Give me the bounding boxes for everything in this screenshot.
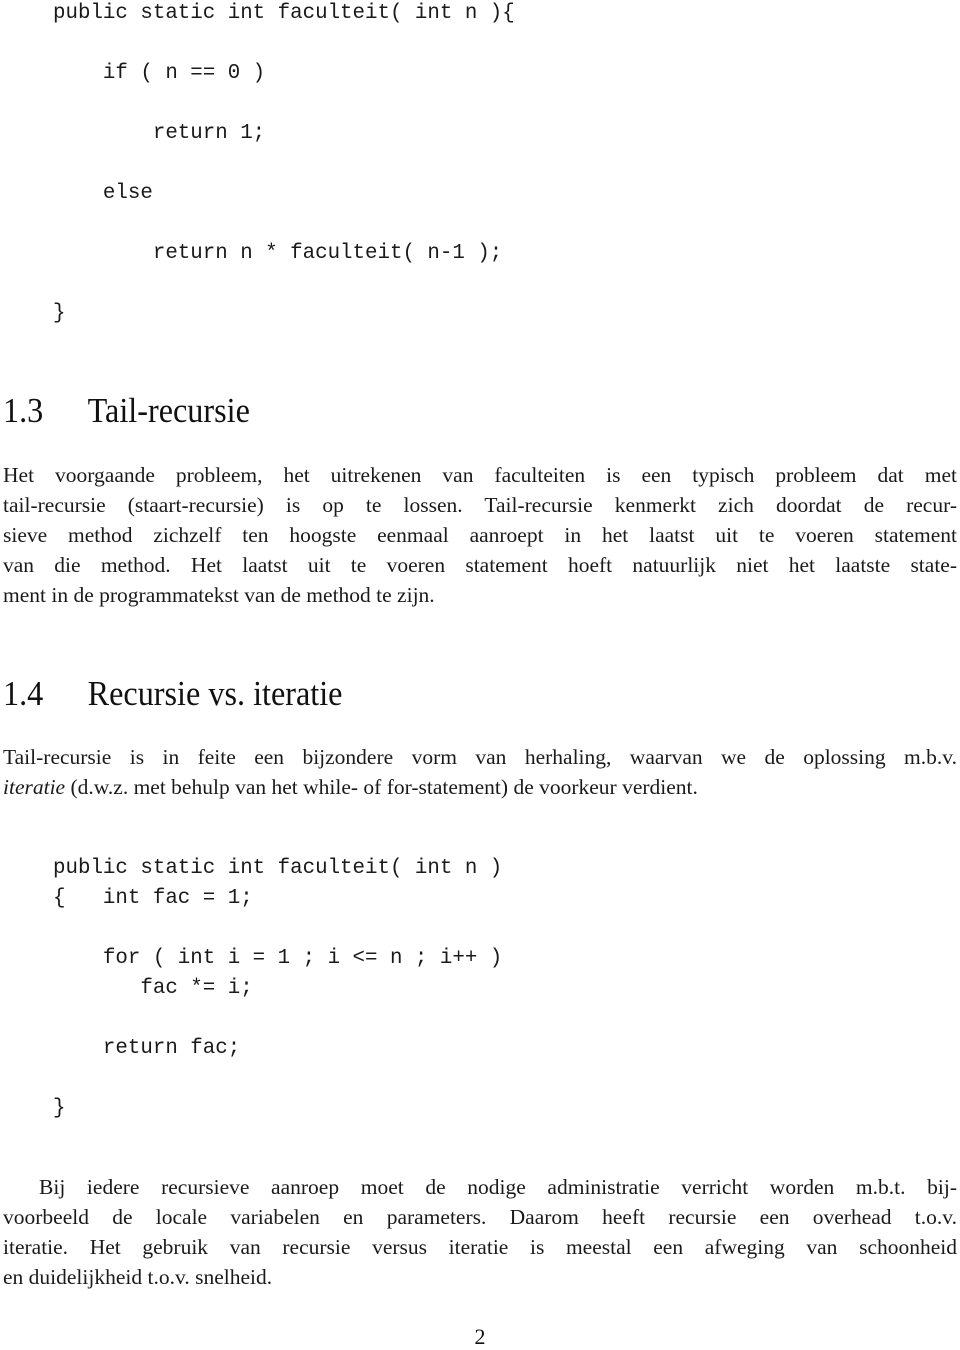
code-line: } xyxy=(53,302,66,325)
paragraph-line: en duidelijkheid t.o.v. snelheid. xyxy=(3,1265,273,1289)
code-line: return fac; xyxy=(53,1037,241,1060)
section-heading-1-3: 1.3 Tail-recursie xyxy=(3,393,250,428)
paragraph-line: sieve method zichzelf ten hoogste eenmaa… xyxy=(3,523,957,547)
code-line: fac *= i; xyxy=(53,977,253,1000)
code-line: return 1; xyxy=(53,122,266,145)
section-title: Tail-recursie xyxy=(87,391,250,430)
paragraph-line: iteratie (d.w.z. met behulp van het whil… xyxy=(3,772,957,802)
page-number: 2 xyxy=(474,1324,486,1349)
section-number: 1.4 xyxy=(3,674,44,713)
code-line: } xyxy=(53,1097,66,1120)
paragraph-line: Het voorgaande probleem, het uitrekenen … xyxy=(3,463,957,487)
code-line: { int fac = 1; xyxy=(53,887,253,910)
paragraph-recursion-vs-iteration: Tail-recursie is in feite een bijzondere… xyxy=(3,742,957,802)
paragraph-overhead: Bij iedere recursieve aanroep moet de no… xyxy=(3,1172,957,1292)
paragraph-line-rest: (d.w.z. met behulp van het while- of for… xyxy=(65,775,698,799)
section-number: 1.3 xyxy=(3,391,44,430)
code-line: public static int faculteit( int n ) xyxy=(53,857,503,880)
paragraph-line: Bij iedere recursieve aanroep moet de no… xyxy=(39,1175,957,1199)
code-line: if ( n == 0 ) xyxy=(53,62,266,85)
paragraph-line: voorbeeld de locale variabelen en parame… xyxy=(3,1205,957,1229)
emphasis-iteratie: iteratie xyxy=(3,775,66,799)
paragraph-tail-recursion: Het voorgaande probleem, het uitrekenen … xyxy=(3,460,957,610)
code-line: return n * faculteit( n-1 ); xyxy=(53,242,503,265)
paragraph-line: iteratie. Het gebruik van recursie versu… xyxy=(3,1235,957,1259)
code-line: public static int faculteit( int n ){ xyxy=(53,2,515,25)
paragraph-line: Tail-recursie is in feite een bijzondere… xyxy=(3,745,957,769)
code-line: else xyxy=(53,182,153,205)
code-line: for ( int i = 1 ; i <= n ; i++ ) xyxy=(53,947,503,970)
section-title: Recursie vs. iteratie xyxy=(87,674,343,713)
paragraph-line: tail-recursie (staart-recursie) is op te… xyxy=(3,493,957,517)
paragraph-line: ment in de programmatekst van de method … xyxy=(3,583,435,607)
section-heading-1-4: 1.4 Recursie vs. iteratie xyxy=(3,676,342,711)
paragraph-line: van die method. Het laatst uit te voeren… xyxy=(3,553,957,577)
